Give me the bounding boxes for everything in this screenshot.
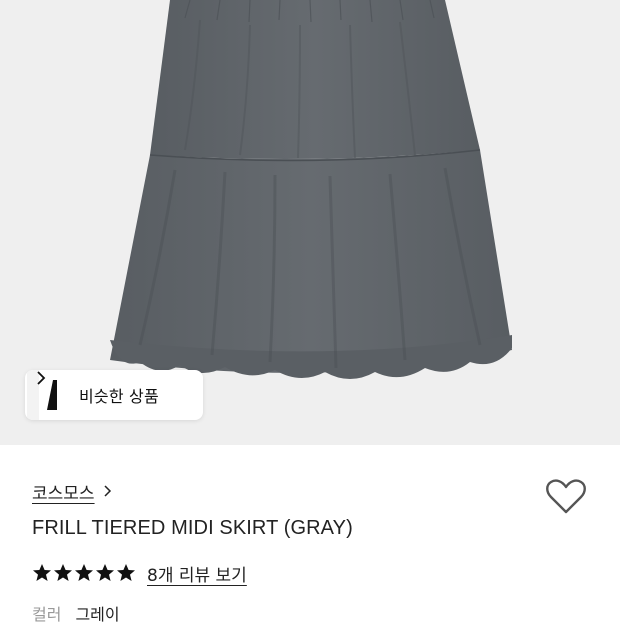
- star-icon: [117, 564, 135, 581]
- product-image[interactable]: 비슷한 상품: [0, 0, 620, 445]
- view-reviews-link[interactable]: 8개 리뷰 보기: [147, 561, 247, 586]
- similar-product-thumbnail: [27, 370, 67, 420]
- star-icon: [54, 564, 72, 581]
- star-icon: [33, 564, 51, 581]
- star-icon: [75, 564, 93, 581]
- brand-name: 코스모스: [32, 483, 95, 504]
- similar-products-label: 비슷한 상품: [79, 387, 159, 406]
- product-title: FRILL TIERED MIDI SKIRT (GRAY): [32, 517, 353, 539]
- heart-icon[interactable]: [545, 478, 587, 516]
- rating-stars: [32, 563, 137, 583]
- similar-products-button[interactable]: 비슷한 상품: [25, 370, 203, 420]
- brand-link[interactable]: 코스모스: [32, 478, 113, 504]
- chevron-right-icon: [104, 485, 111, 497]
- option-label: 컬러: [32, 605, 62, 624]
- star-icon: [96, 564, 114, 581]
- chevron-right-icon: [37, 371, 46, 385]
- color-option: 컬러 그레이: [32, 601, 120, 625]
- rating-row: 8개 리뷰 보기: [32, 560, 247, 586]
- option-value: 그레이: [75, 605, 120, 624]
